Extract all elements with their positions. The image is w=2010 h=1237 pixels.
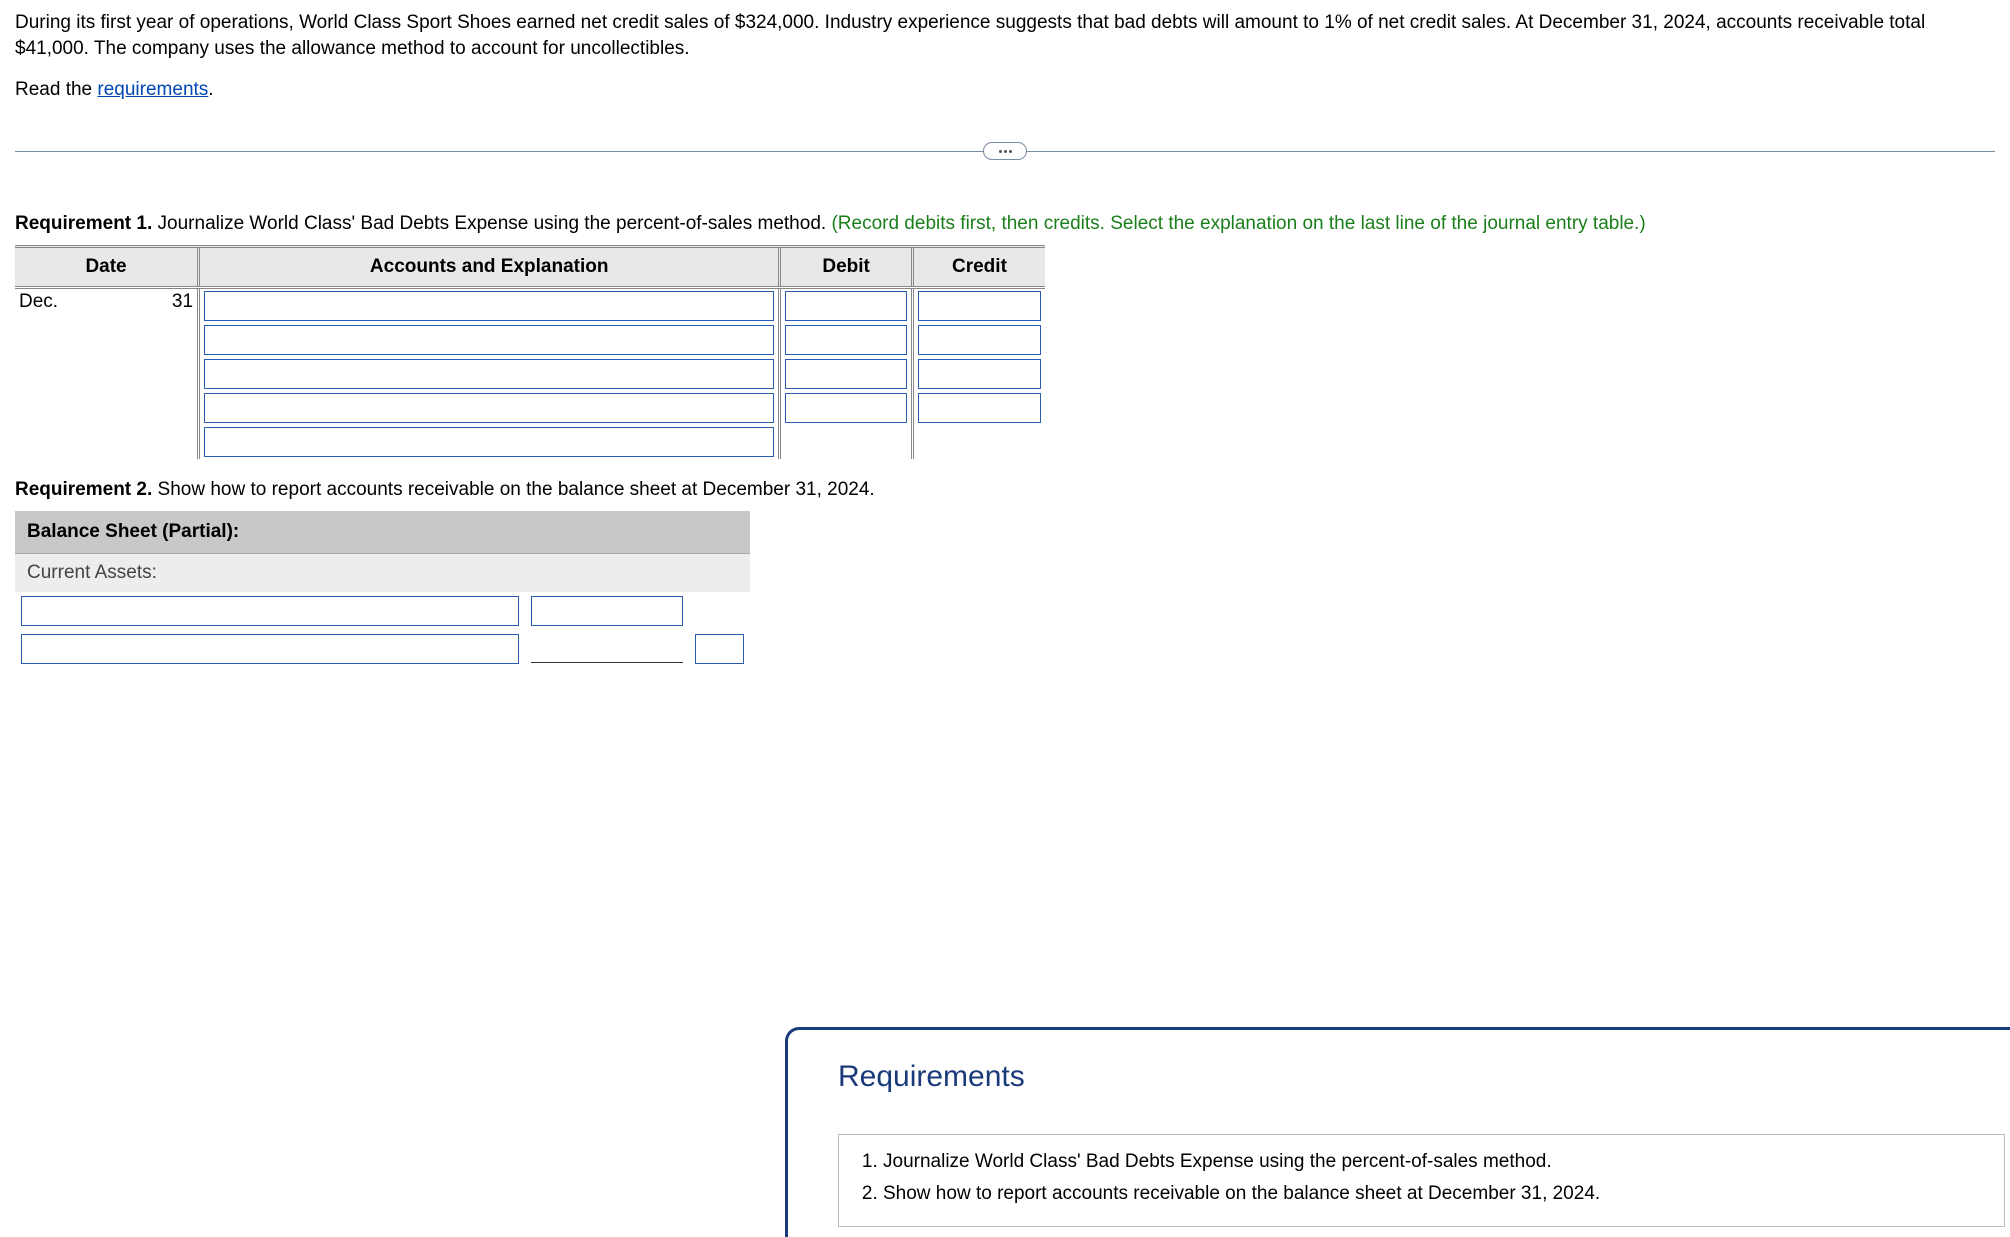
debit-input[interactable] bbox=[785, 291, 907, 321]
list-item: Journalize World Class' Bad Debts Expens… bbox=[883, 1149, 1986, 1175]
account-input[interactable] bbox=[204, 291, 774, 321]
credit-input[interactable] bbox=[918, 393, 1041, 423]
bs-amount-input[interactable] bbox=[531, 596, 682, 626]
debit-input[interactable] bbox=[785, 393, 907, 423]
section-divider bbox=[15, 131, 1995, 171]
debit-input[interactable] bbox=[785, 359, 907, 389]
balance-sheet-table: Balance Sheet (Partial): Current Assets: bbox=[15, 511, 750, 668]
req2-text: Show how to report accounts receivable o… bbox=[152, 479, 874, 500]
account-input[interactable] bbox=[204, 325, 774, 355]
req1-label: Requirement 1. bbox=[15, 213, 152, 234]
requirement-2-heading: Requirement 2. Show how to report accoun… bbox=[15, 477, 1995, 503]
read-prefix: Read the bbox=[15, 79, 97, 100]
date-month: Dec. bbox=[19, 291, 58, 313]
req2-label: Requirement 2. bbox=[15, 479, 152, 500]
read-requirements-line: Read the requirements. bbox=[15, 79, 1995, 101]
balance-sheet-title: Balance Sheet (Partial): bbox=[15, 511, 750, 554]
requirements-popup: Requirements Journalize World Class' Bad… bbox=[785, 1027, 2010, 1237]
popup-content-box: Journalize World Class' Bad Debts Expens… bbox=[838, 1134, 2005, 1227]
list-item: Show how to report accounts receivable o… bbox=[883, 1181, 1986, 1207]
table-row: Dec. 31 bbox=[15, 287, 1045, 323]
col-header-accounts: Accounts and Explanation bbox=[199, 246, 780, 287]
debit-input[interactable] bbox=[785, 325, 907, 355]
req1-hint: (Record debits first, then credits. Sele… bbox=[831, 213, 1645, 234]
credit-input[interactable] bbox=[918, 359, 1041, 389]
credit-input[interactable] bbox=[918, 291, 1041, 321]
table-row bbox=[15, 592, 750, 630]
account-input[interactable] bbox=[204, 359, 774, 389]
account-input[interactable] bbox=[204, 393, 774, 423]
explanation-input[interactable] bbox=[204, 427, 774, 457]
bs-amount-input[interactable] bbox=[531, 635, 682, 663]
col-header-debit: Debit bbox=[780, 246, 913, 287]
requirement-1-heading: Requirement 1. Journalize World Class' B… bbox=[15, 211, 1995, 237]
credit-input[interactable] bbox=[918, 325, 1041, 355]
period: . bbox=[208, 79, 213, 100]
popup-title: Requirements bbox=[838, 1060, 2005, 1094]
table-row bbox=[15, 630, 750, 668]
bs-account-input[interactable] bbox=[21, 634, 519, 664]
col-header-credit: Credit bbox=[912, 246, 1045, 287]
expand-pill-icon[interactable] bbox=[983, 142, 1027, 160]
date-day: 31 bbox=[172, 291, 193, 313]
bs-total-input[interactable] bbox=[695, 634, 744, 664]
problem-statement: During its first year of operations, Wor… bbox=[15, 10, 1995, 61]
journal-entry-table: Date Accounts and Explanation Debit Cred… bbox=[15, 245, 1045, 459]
req1-text: Journalize World Class' Bad Debts Expens… bbox=[152, 213, 831, 234]
requirements-link[interactable]: requirements bbox=[97, 79, 208, 100]
bs-account-input[interactable] bbox=[21, 596, 519, 626]
col-header-date: Date bbox=[15, 246, 199, 287]
balance-sheet-subtitle: Current Assets: bbox=[15, 553, 750, 592]
